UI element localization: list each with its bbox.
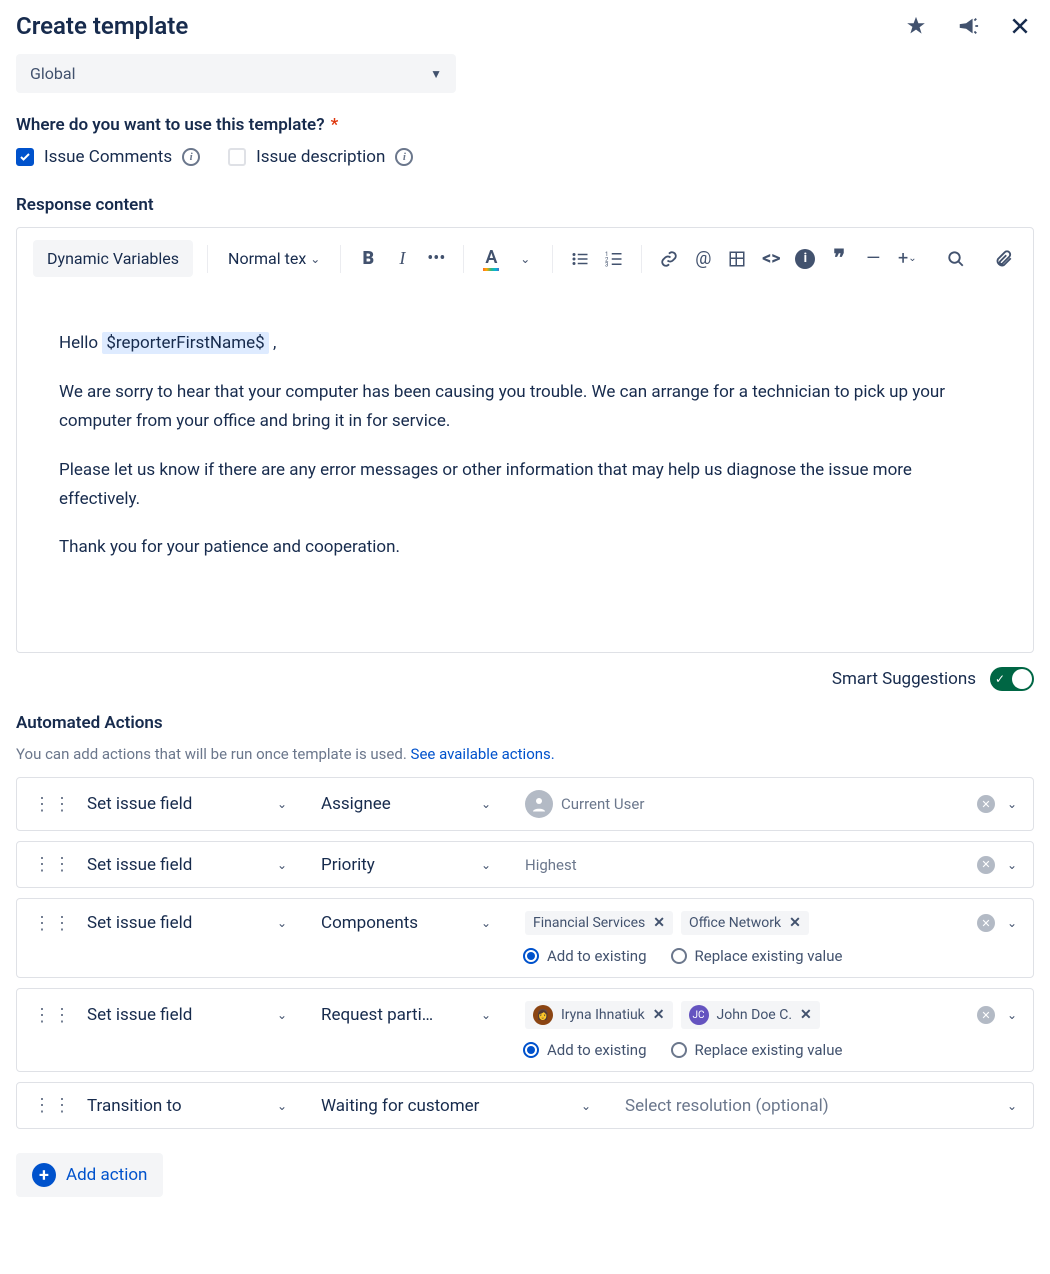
search-icon[interactable]: [943, 246, 969, 272]
chevron-down-icon[interactable]: ⌄: [1007, 858, 1017, 872]
automated-actions-title: Automated Actions: [16, 713, 1034, 733]
resolution-select[interactable]: Select resolution (optional)⌄: [625, 1096, 1017, 1116]
action-type-select[interactable]: Set issue field⌄: [87, 913, 287, 933]
bullet-list-icon[interactable]: [567, 246, 593, 272]
action-type-select[interactable]: Set issue field⌄: [87, 1005, 287, 1025]
chevron-down-icon[interactable]: ⌄: [512, 246, 538, 272]
star-icon[interactable]: [902, 12, 930, 40]
checkbox-label: Issue description: [256, 147, 385, 167]
radio-add-to-existing[interactable]: Add to existing: [523, 1041, 647, 1059]
action-row: ⋮⋮ Set issue field⌄ Components⌄ Financia…: [16, 898, 1034, 978]
megaphone-icon[interactable]: [954, 12, 982, 40]
chevron-down-icon[interactable]: ⌄: [1007, 1008, 1017, 1022]
divider-icon[interactable]: —: [860, 246, 886, 272]
action-row: ⋮⋮ Transition to⌄ Waiting for customer⌄ …: [16, 1082, 1034, 1129]
remove-tag-icon[interactable]: ✕: [653, 1007, 665, 1023]
drag-handle-icon[interactable]: ⋮⋮: [33, 794, 73, 815]
chevron-down-icon[interactable]: ⌄: [1007, 797, 1017, 811]
plus-icon: +: [32, 1163, 56, 1187]
bold-icon[interactable]: B: [355, 246, 381, 272]
checkbox-label: Issue Comments: [44, 147, 172, 167]
page-title: Create template: [16, 12, 188, 40]
content-label: Response content: [16, 195, 1034, 215]
drag-handle-icon[interactable]: ⋮⋮: [33, 1095, 73, 1116]
smart-suggestions-toggle[interactable]: ✓: [990, 667, 1034, 691]
drag-handle-icon[interactable]: ⋮⋮: [33, 854, 73, 875]
code-icon[interactable]: <>: [758, 246, 784, 272]
more-icon[interactable]: •••: [423, 246, 449, 272]
tag: Office Network✕: [681, 911, 809, 935]
mention-icon[interactable]: @: [690, 246, 716, 272]
automated-actions-subtitle: You can add actions that will be run onc…: [16, 745, 1034, 763]
remove-tag-icon[interactable]: ✕: [800, 1007, 812, 1023]
info-icon[interactable]: i: [182, 148, 200, 166]
text-style-select[interactable]: Normal tex⌄: [222, 241, 326, 276]
drag-handle-icon[interactable]: ⋮⋮: [33, 913, 73, 934]
variable-chip: $reporterFirstName$: [102, 332, 268, 354]
numbered-list-icon[interactable]: 123: [601, 246, 627, 272]
action-value[interactable]: Current User: [525, 790, 963, 818]
checkbox-issue-comments[interactable]: [16, 148, 34, 166]
editor-toolbar: Dynamic Variables Normal tex⌄ B I ••• A …: [17, 228, 1033, 289]
action-field-select[interactable]: Assignee⌄: [321, 794, 491, 814]
action-value[interactable]: Financial Services✕ Office Network✕: [525, 911, 963, 935]
chevron-down-icon[interactable]: ⌄: [1007, 916, 1017, 930]
remove-tag-icon[interactable]: ✕: [653, 915, 665, 931]
scope-select[interactable]: Global ▼: [16, 54, 456, 93]
remove-action-icon[interactable]: ✕: [977, 856, 995, 874]
plus-icon[interactable]: +⌄: [894, 246, 920, 272]
drag-handle-icon[interactable]: ⋮⋮: [33, 1005, 73, 1026]
radio-replace-existing[interactable]: Replace existing value: [671, 947, 843, 965]
usage-label: Where do you want to use this template?*: [16, 115, 1034, 135]
link-icon[interactable]: [656, 246, 682, 272]
scope-value: Global: [30, 64, 76, 83]
checkbox-issue-description[interactable]: [228, 148, 246, 166]
dynamic-variables-button[interactable]: Dynamic Variables: [33, 240, 193, 277]
available-actions-link[interactable]: See available actions.: [411, 745, 555, 763]
action-field-select[interactable]: Priority⌄: [321, 855, 491, 875]
radio-replace-existing[interactable]: Replace existing value: [671, 1041, 843, 1059]
action-row: ⋮⋮ Set issue field⌄ Assignee⌄ Current Us…: [16, 777, 1034, 831]
chevron-down-icon: ▼: [430, 67, 442, 81]
action-row: ⋮⋮ Set issue field⌄ Request parti…⌄ 👩Iry…: [16, 988, 1034, 1072]
participant-tag: 👩Iryna Ihnatiuk✕: [525, 1001, 673, 1029]
smart-suggestions-label: Smart Suggestions: [832, 669, 976, 689]
text-color-icon[interactable]: A: [478, 246, 504, 272]
attachment-icon[interactable]: [991, 246, 1017, 272]
action-type-select[interactable]: Transition to⌄: [87, 1096, 287, 1116]
remove-action-icon[interactable]: ✕: [977, 1006, 995, 1024]
remove-action-icon[interactable]: ✕: [977, 914, 995, 932]
editor-content[interactable]: Hello $reporterFirstName$ , We are sorry…: [17, 289, 1033, 652]
quote-icon[interactable]: ❞: [826, 246, 852, 272]
tag: Financial Services✕: [525, 911, 673, 935]
close-icon[interactable]: [1006, 12, 1034, 40]
remove-action-icon[interactable]: ✕: [977, 795, 995, 813]
action-type-select[interactable]: Set issue field⌄: [87, 855, 287, 875]
info-icon[interactable]: i: [395, 148, 413, 166]
action-value[interactable]: 👩Iryna Ihnatiuk✕ JCJohn Doe C.✕: [525, 1001, 963, 1029]
editor: Dynamic Variables Normal tex⌄ B I ••• A …: [16, 227, 1034, 653]
add-action-button[interactable]: + Add action: [16, 1153, 163, 1197]
action-row: ⋮⋮ Set issue field⌄ Priority⌄ Highest ✕ ⌄: [16, 841, 1034, 888]
action-field-select[interactable]: Components⌄: [321, 913, 491, 933]
table-icon[interactable]: [724, 246, 750, 272]
action-type-select[interactable]: Set issue field⌄: [87, 794, 287, 814]
action-field-select[interactable]: Request parti…⌄: [321, 1005, 491, 1025]
action-value[interactable]: Highest: [525, 856, 963, 874]
transition-status-select[interactable]: Waiting for customer⌄: [321, 1096, 591, 1116]
radio-add-to-existing[interactable]: Add to existing: [523, 947, 647, 965]
remove-tag-icon[interactable]: ✕: [789, 915, 801, 931]
info-panel-icon[interactable]: i: [792, 246, 818, 272]
italic-icon[interactable]: I: [389, 246, 415, 272]
svg-text:3: 3: [605, 261, 608, 268]
participant-tag: JCJohn Doe C.✕: [681, 1001, 820, 1029]
user-avatar-icon: [525, 790, 553, 818]
